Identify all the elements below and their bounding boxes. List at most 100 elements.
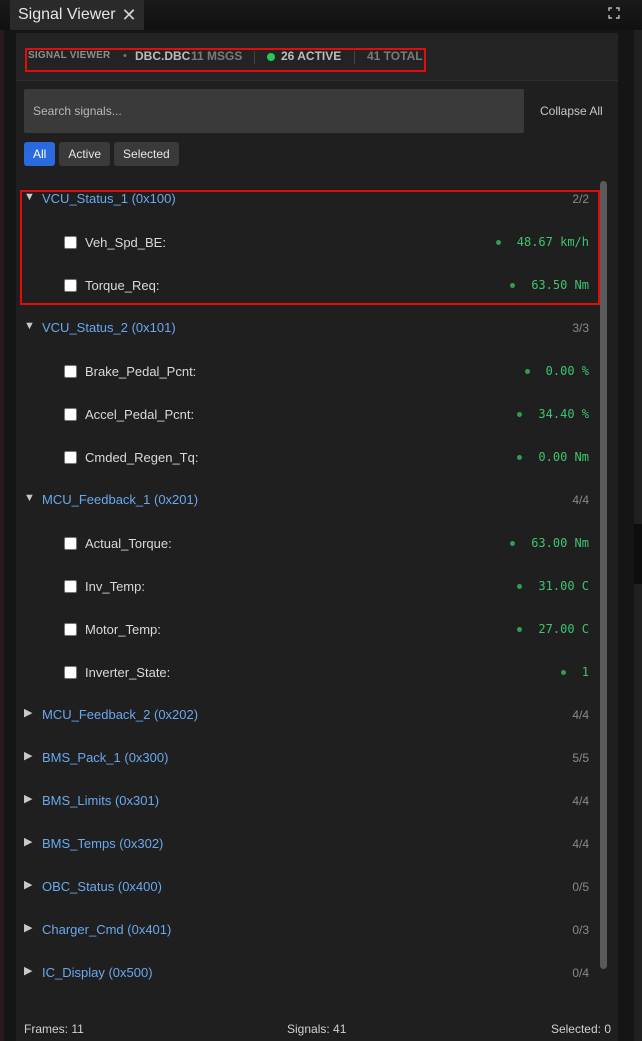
signal-row: Actual_Torque: 63.00 Nm	[16, 521, 602, 564]
message-group[interactable]: ▼ MCU_Feedback_1 (0x201) 4/4	[16, 478, 602, 521]
group-signal-count: 4/4	[572, 794, 589, 808]
message-group[interactable]: ▶ MCU_Feedback_2 (0x202) 4/4	[16, 693, 602, 736]
signal-checkbox[interactable]	[64, 537, 77, 550]
signal-value-text: 31.00 C	[538, 579, 589, 593]
signal-checkbox[interactable]	[64, 365, 77, 378]
signal-row: Veh_Spd_BE: 48.67 km/h	[16, 220, 602, 263]
group-name: MCU_Feedback_2 (0x202)	[42, 707, 199, 722]
group-signal-count: 5/5	[572, 751, 589, 765]
viewer-tab[interactable]: Signal Viewer ✕	[10, 0, 144, 30]
header-title: SIGNAL VIEWER	[28, 50, 111, 61]
group-name: Charger_Cmd (0x401)	[42, 922, 172, 937]
signal-value-text: 48.67 km/h	[516, 235, 589, 249]
caret-right-icon[interactable]: ▶	[24, 750, 36, 762]
caret-down-icon[interactable]: ▼	[24, 191, 36, 203]
right-edge-mark	[634, 524, 642, 584]
signal-value: 31.00 C	[517, 579, 589, 593]
signal-value: 1	[560, 665, 589, 679]
group-signal-count: 0/3	[572, 923, 589, 937]
header-separator-dot: •	[123, 50, 127, 62]
group-signal-count: 4/4	[572, 493, 589, 507]
signal-checkbox[interactable]	[64, 408, 77, 421]
filter-active-button[interactable]: Active	[59, 142, 111, 166]
right-edge	[634, 30, 642, 1041]
signal-checkbox[interactable]	[64, 580, 77, 593]
selected-count: Selected: 0	[550, 1022, 611, 1036]
signal-value: 27.00 C	[517, 622, 589, 636]
signal-row: Inverter_State: 1	[16, 650, 602, 693]
group-signal-count: 3/3	[572, 321, 589, 335]
signal-row: Cmded_Regen_Tq: 0.00 Nm	[16, 435, 602, 478]
caret-right-icon[interactable]: ▶	[24, 879, 36, 891]
signal-checkbox[interactable]	[64, 236, 77, 249]
signal-value: 63.50 Nm	[510, 278, 589, 292]
signal-name: Brake_Pedal_Pcnt:	[85, 364, 197, 379]
group-name: IC_Display (0x500)	[42, 965, 153, 980]
group-name: OBC_Status (0x400)	[42, 879, 162, 894]
group-name: BMS_Temps (0x302)	[42, 836, 164, 851]
filter-all-button[interactable]: All	[24, 142, 56, 166]
title-bar: Signal Viewer ✕	[0, 0, 642, 30]
status-footer: Frames: 11 Signals: 41 Selected: 0	[16, 1013, 618, 1041]
signal-value-text: 0.00 %	[545, 364, 589, 378]
signal-status-dot	[517, 411, 523, 417]
signal-checkbox[interactable]	[64, 666, 77, 679]
signal-status-dot	[495, 239, 501, 245]
caret-right-icon[interactable]: ▶	[24, 965, 36, 977]
group-signal-count: 4/4	[572, 708, 589, 722]
message-group[interactable]: ▼ VCU_Status_2 (0x101) 3/3	[16, 306, 602, 349]
signal-value-text: 63.50 Nm	[531, 278, 589, 292]
signal-checkbox[interactable]	[64, 451, 77, 464]
signal-checkbox[interactable]	[64, 623, 77, 636]
tab-title: Signal Viewer	[18, 6, 116, 23]
group-signal-count: 4/4	[572, 837, 589, 851]
list-scrollbar[interactable]	[600, 181, 607, 969]
dbc-file-name: DBC.DBC	[135, 49, 191, 63]
message-group[interactable]: ▶ OBC_Status (0x400) 0/5	[16, 865, 602, 908]
message-group[interactable]: ▶ BMS_Limits (0x301) 4/4	[16, 779, 602, 822]
signal-name: Cmded_Regen_Tq:	[85, 450, 199, 465]
caret-right-icon[interactable]: ▶	[24, 707, 36, 719]
signal-checkbox[interactable]	[64, 279, 77, 292]
message-group[interactable]: ▶ IC_Display (0x500) 0/4	[16, 951, 602, 994]
signal-value: 34.40 %	[517, 407, 589, 421]
caret-right-icon[interactable]: ▶	[24, 922, 36, 934]
signal-name: Motor_Temp:	[85, 622, 161, 637]
group-name: VCU_Status_1 (0x100)	[42, 191, 176, 206]
message-group[interactable]: ▶ BMS_Temps (0x302) 4/4	[16, 822, 602, 865]
caret-down-icon[interactable]: ▼	[24, 492, 36, 504]
collapse-all-button[interactable]: Collapse All	[540, 104, 603, 118]
maximize-icon[interactable]	[608, 7, 622, 21]
signal-name: Accel_Pedal_Pcnt:	[85, 407, 195, 422]
filter-tabs: All Active Selected	[24, 142, 179, 166]
group-name: BMS_Limits (0x301)	[42, 793, 160, 808]
message-group[interactable]: ▶ Charger_Cmd (0x401) 0/3	[16, 908, 602, 951]
signal-status-dot	[510, 282, 516, 288]
header-divider	[354, 51, 355, 64]
active-status-dot	[267, 53, 275, 61]
caret-right-icon[interactable]: ▶	[24, 793, 36, 805]
panel-header: SIGNAL VIEWER • DBC.DBC 11 MSGS 26 ACTIV…	[16, 33, 618, 81]
signals-count: Signals: 41	[287, 1022, 347, 1036]
search-input[interactable]	[24, 89, 524, 133]
active-count: 26 ACTIVE	[281, 49, 342, 63]
close-icon[interactable]: ✕	[122, 5, 137, 26]
caret-right-icon[interactable]: ▶	[24, 836, 36, 848]
filter-selected-button[interactable]: Selected	[114, 142, 179, 166]
signal-row: Torque_Req: 63.50 Nm	[16, 263, 602, 306]
caret-down-icon[interactable]: ▼	[24, 320, 36, 332]
group-name: MCU_Feedback_1 (0x201)	[42, 492, 199, 507]
signal-status-dot	[517, 626, 523, 632]
signal-status-dot	[517, 454, 523, 460]
signal-status-dot	[524, 368, 530, 374]
signal-row: Inv_Temp: 31.00 C	[16, 564, 602, 607]
group-name: BMS_Pack_1 (0x300)	[42, 750, 169, 765]
signal-name: Veh_Spd_BE:	[85, 235, 166, 250]
header-divider	[254, 51, 255, 64]
signal-value: 63.00 Nm	[510, 536, 589, 550]
message-group[interactable]: ▼ VCU_Status_1 (0x100) 2/2	[16, 177, 602, 220]
signal-viewer-panel: SIGNAL VIEWER • DBC.DBC 11 MSGS 26 ACTIV…	[16, 33, 618, 1041]
signal-value: 0.00 %	[524, 364, 589, 378]
message-group[interactable]: ▶ BMS_Pack_1 (0x300) 5/5	[16, 736, 602, 779]
group-name: VCU_Status_2 (0x101)	[42, 320, 176, 335]
